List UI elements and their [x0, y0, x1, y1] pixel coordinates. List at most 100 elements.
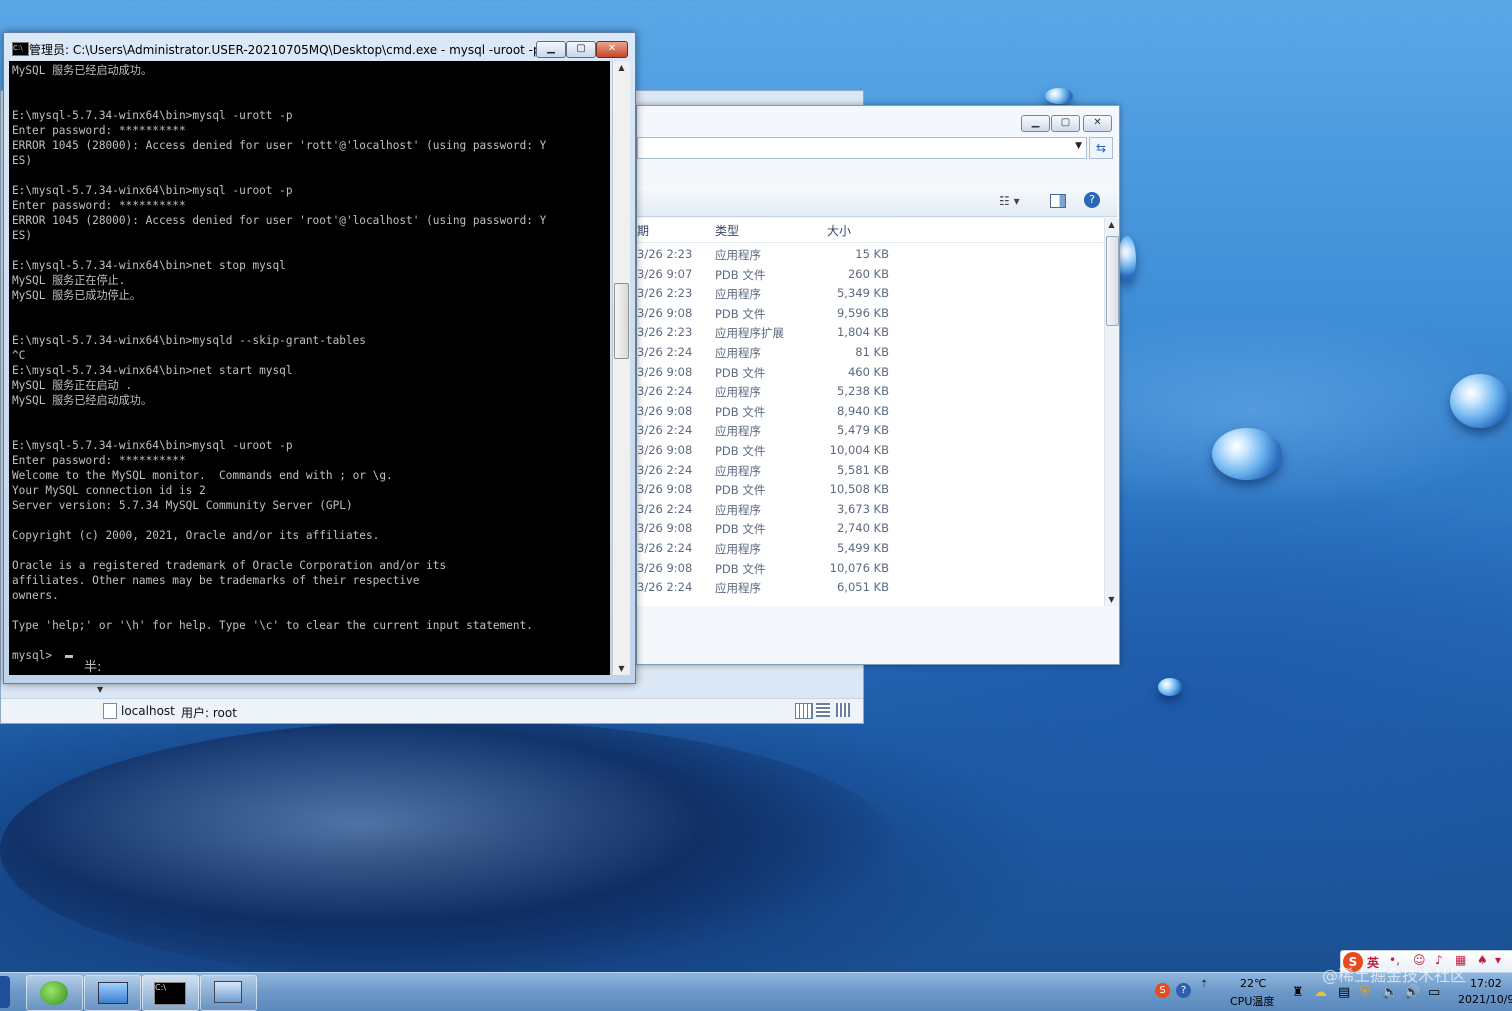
file-type: PDB 文件 [715, 306, 766, 321]
host-label: localhost [121, 704, 175, 718]
file-row[interactable]: 3/26 2:24 应用程序 5,581 KB [637, 459, 1105, 479]
maximize-button[interactable]: ▢ [566, 41, 596, 58]
water-splash [0, 720, 900, 980]
file-size: 260 KB [847, 266, 889, 281]
preview-pane-icon[interactable] [1050, 194, 1066, 208]
file-row[interactable]: 3/26 9:08 PDB 文件 10,004 KB [637, 439, 1105, 459]
scroll-thumb[interactable] [1106, 236, 1119, 326]
view-options-icon[interactable]: ☷ ▾ [999, 194, 1020, 208]
file-row[interactable]: 3/26 2:23 应用程序 5,349 KB [637, 282, 1105, 302]
file-row[interactable]: 3/26 2:23 应用程序扩展 1,804 KB [637, 321, 1105, 341]
explorer-window[interactable]: ▁ ▢ ✕ ▼ ⇆ ☷ ▾ ? 期 类型 大小 3/26 2:23 应用程序 15 … [636, 105, 1120, 665]
file-size: 10,004 KB [829, 442, 889, 457]
file-row[interactable]: 3/26 9:08 PDB 文件 460 KB [637, 361, 1105, 381]
start-button[interactable] [0, 976, 10, 1008]
file-type: 应用程序 [715, 345, 761, 360]
water-drop [1118, 236, 1136, 282]
taskbar-app-cmd[interactable]: C:\ [142, 975, 199, 1011]
scroll-down-arrow[interactable]: ▼ [613, 664, 630, 673]
doc-tray-icon[interactable]: ▤ [1338, 985, 1350, 1000]
file-row[interactable]: 3/26 2:24 应用程序 5,479 KB [637, 419, 1105, 439]
file-size: 5,349 KB [836, 286, 889, 301]
chevron-down-icon[interactable]: ▼ [1075, 141, 1082, 151]
taskbar-app-control-panel[interactable] [84, 975, 141, 1011]
volume-tray-icon[interactable]: 🔊 [1404, 985, 1420, 1000]
file-type: 应用程序 [715, 385, 761, 400]
minimize-button[interactable]: ▁ [1021, 115, 1050, 132]
file-type: 应用程序 [715, 502, 761, 517]
explorer-scrollbar[interactable]: ▲ ▼ [1104, 218, 1119, 606]
file-type: 应用程序 [715, 581, 761, 596]
clock-time[interactable]: 17:02 [1470, 977, 1502, 990]
file-size: 460 KB [847, 364, 889, 379]
taskbar-app-network[interactable] [200, 975, 257, 1011]
file-size: 15 KB [855, 247, 889, 261]
help-tray-icon[interactable]: ? [1176, 983, 1191, 998]
file-row[interactable]: 3/26 2:24 应用程序 6,051 KB [637, 576, 1105, 596]
monitor-icon [98, 982, 128, 1004]
taskbar-app-navicat[interactable] [26, 975, 83, 1011]
scroll-down-arrow[interactable]: ▼ [97, 685, 103, 694]
file-row[interactable]: 3/26 9:08 PDB 文件 8,940 KB [637, 400, 1105, 420]
file-rows: 3/26 2:23 应用程序 15 KB 3/26 9:07 PDB 文件 260 KB 3… [637, 243, 1105, 596]
cmd-window[interactable]: C:\ 管理员: C:\Users\Administrator.USER-202… [3, 32, 636, 684]
file-date: 3/26 9:07 [637, 266, 693, 281]
file-type: PDB 文件 [715, 561, 766, 576]
grid-view-icon[interactable] [795, 703, 813, 719]
network-tray-icon[interactable]: ♜ [1292, 985, 1304, 1000]
weather-tray-icon[interactable]: ☁ [1314, 985, 1327, 1000]
tray-expand-icon[interactable]: ⇡ [1200, 979, 1208, 990]
computer-icon [214, 981, 242, 1003]
file-row[interactable]: 3/26 2:24 应用程序 81 KB [637, 341, 1105, 361]
file-size: 1,804 KB [836, 325, 889, 340]
console-scrollbar[interactable]: ▲ ▼ [612, 61, 630, 675]
file-date: 3/26 2:24 [637, 580, 693, 595]
maximize-button[interactable]: ▢ [1051, 115, 1080, 132]
file-row[interactable]: 3/26 2:24 应用程序 5,499 KB [637, 537, 1105, 557]
file-date: 3/26 9:08 [637, 521, 693, 536]
file-row[interactable]: 3/26 9:07 PDB 文件 260 KB [637, 263, 1105, 283]
connection-icon [103, 703, 117, 719]
skin-icon[interactable]: ♠ [1477, 953, 1488, 967]
list-view-icon[interactable] [816, 703, 830, 717]
minimize-button[interactable]: ▁ [536, 41, 566, 58]
close-button[interactable]: ✕ [596, 41, 628, 58]
file-row[interactable]: 3/26 9:08 PDB 文件 10,508 KB [637, 478, 1105, 498]
help-icon[interactable]: ? [1084, 192, 1100, 208]
cpu-temperature: 22℃ [1240, 977, 1267, 990]
file-row[interactable]: 3/26 2:24 应用程序 3,673 KB [637, 498, 1105, 518]
speaker-tray-icon[interactable]: 🔈 [1382, 985, 1398, 1000]
file-row[interactable]: 3/26 9:08 PDB 文件 2,740 KB [637, 517, 1105, 537]
file-row[interactable]: 3/26 2:24 应用程序 5,238 KB [637, 380, 1105, 400]
display-tray-icon[interactable]: ▭ [1428, 985, 1440, 1000]
file-row[interactable]: 3/26 9:08 PDB 文件 10,076 KB [637, 557, 1105, 577]
file-size: 10,508 KB [829, 482, 889, 497]
file-list[interactable]: 期 类型 大小 3/26 2:23 应用程序 15 KB 3/26 9:07 PDB 文… [637, 218, 1105, 606]
cpu-label: CPU温度 [1230, 995, 1275, 1008]
file-date: 3/26 9:08 [637, 364, 693, 379]
column-type[interactable]: 类型 [715, 222, 739, 239]
file-type: 应用程序扩展 [715, 326, 784, 341]
clock-date[interactable]: 2021/10/9 [1458, 993, 1512, 1006]
scroll-up-arrow[interactable]: ▲ [613, 63, 630, 72]
file-type: PDB 文件 [715, 483, 766, 498]
file-date: 3/26 2:23 [637, 247, 693, 261]
detail-view-icon[interactable] [836, 703, 850, 717]
cmd-icon: C:\ [12, 42, 29, 56]
file-type: 应用程序 [715, 248, 761, 262]
file-row[interactable]: 3/26 9:08 PDB 文件 9,596 KB [637, 302, 1105, 322]
refresh-icon[interactable]: ⇆ [1089, 137, 1113, 159]
file-row[interactable]: 3/26 2:23 应用程序 15 KB [637, 243, 1105, 263]
close-button[interactable]: ✕ [1083, 115, 1112, 132]
shield-tray-icon[interactable]: ⛨ [1360, 985, 1370, 1000]
scroll-up-arrow[interactable]: ▲ [1103, 220, 1120, 229]
scroll-thumb[interactable] [614, 283, 629, 359]
column-date[interactable]: 期 [637, 222, 649, 239]
scroll-down-arrow[interactable]: ▼ [1103, 595, 1120, 604]
console-output[interactable]: MySQL 服务已经启动成功。 E:\mysql-5.7.34-winx64\b… [9, 61, 610, 675]
file-size: 3,673 KB [836, 501, 889, 516]
column-size[interactable]: 大小 [827, 222, 851, 239]
sogou-tray-icon[interactable]: S [1155, 983, 1170, 998]
tools-icon[interactable]: ▾ [1495, 953, 1501, 967]
address-bar[interactable]: ▼ [637, 137, 1087, 159]
